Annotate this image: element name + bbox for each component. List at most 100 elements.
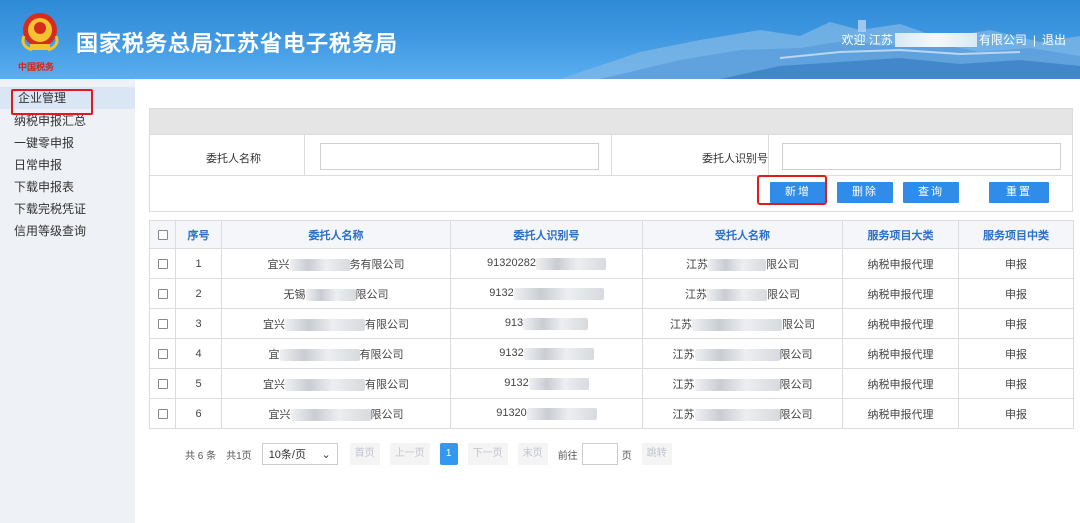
service-subcategory-cell: 申报 xyxy=(958,308,1074,339)
table-row[interactable]: 1 宜兴 务有限公司 91320282 江苏 限公司 纳税申报代理 申报 xyxy=(149,248,1074,279)
goto-page-input[interactable] xyxy=(581,443,618,465)
goto-suffix: 页 xyxy=(621,450,632,462)
table-row[interactable]: 3 宜兴 有限公司 913 江苏 限公司 纳税申报代理 申报 xyxy=(149,308,1074,339)
redacted-text xyxy=(523,317,589,330)
agent-name-suffix: 限公司 xyxy=(779,378,813,391)
row-select-cell[interactable] xyxy=(149,338,176,369)
tax-emblem-icon xyxy=(21,13,59,52)
row-select-cell[interactable] xyxy=(149,398,176,429)
client-id-prefix: 9132 xyxy=(489,287,514,300)
service-subcategory-cell: 申报 xyxy=(958,338,1074,369)
row-index: 6 xyxy=(175,398,222,429)
service-subcategory-cell: 申报 xyxy=(958,278,1074,309)
row-index: 5 xyxy=(175,368,222,399)
redacted-text xyxy=(526,407,597,420)
service-subcategory-cell: 申报 xyxy=(958,398,1074,429)
client-name-cell: 宜 有限公司 xyxy=(221,338,451,369)
column-header: 委托人识别号 xyxy=(450,220,643,249)
search-panel-header xyxy=(150,109,1072,134)
app-root: 中国税务 国家税务总局江苏省电子税务局 欢迎 江苏 有限公司 | 退出 企业管理… xyxy=(0,0,1080,523)
client-id-cell: 91320282 xyxy=(450,248,643,279)
agent-name-cell: 江苏 限公司 xyxy=(642,398,843,429)
client-name-suffix: 限公司 xyxy=(355,288,389,301)
row-checkbox[interactable] xyxy=(157,258,168,269)
sidebar-item-zero-declare[interactable]: 一键零申报 xyxy=(14,134,74,151)
select-all-cell[interactable] xyxy=(149,220,176,249)
agent-name-prefix: 江苏 xyxy=(672,348,695,361)
table-row[interactable]: 6 宜兴 限公司 91320 江苏 限公司 纳税申报代理 申报 xyxy=(149,398,1074,429)
row-select-cell[interactable] xyxy=(149,248,176,279)
user-area: 欢迎 江苏 有限公司 | 退出 xyxy=(841,31,1066,48)
column-header: 服务项目大类 xyxy=(842,220,959,249)
service-category-cell: 纳税申报代理 xyxy=(842,278,959,309)
client-name-cell: 宜兴 有限公司 xyxy=(221,308,451,339)
next-page-button[interactable]: 下一页 xyxy=(467,443,508,465)
client-id-prefix: 913 xyxy=(504,317,524,330)
agent-name-cell: 江苏 限公司 xyxy=(642,248,843,279)
agent-name-suffix: 限公司 xyxy=(779,408,813,421)
sidebar: 企业管理 纳税申报汇总 一键零申报 日常申报 下载申报表 下载完税凭证 信用等级… xyxy=(0,79,135,523)
header-separator: | xyxy=(1032,32,1036,47)
row-index: 2 xyxy=(175,278,222,309)
redacted-text xyxy=(535,257,606,270)
page-size-select[interactable]: 10条/页 ⌄ xyxy=(261,443,338,465)
client-name-input[interactable] xyxy=(320,143,599,170)
agent-name-prefix: 江苏 xyxy=(672,378,695,391)
table-row[interactable]: 2 无锡 限公司 9132 江苏 限公司 纳税申报代理 申报 xyxy=(149,278,1074,309)
site-title: 国家税务总局江苏省电子税务局 xyxy=(76,32,399,57)
row-checkbox[interactable] xyxy=(157,408,168,419)
table-row[interactable]: 5 宜兴 有限公司 9132 江苏 限公司 纳税申报代理 申报 xyxy=(149,368,1074,399)
total-pages: 共1页 xyxy=(226,450,252,462)
row-checkbox[interactable] xyxy=(157,318,168,329)
row-select-cell[interactable] xyxy=(149,308,176,339)
page-size-value: 10条/页 xyxy=(268,449,306,461)
redacted-text xyxy=(289,258,350,271)
sidebar-item-daily-declare[interactable]: 日常申报 xyxy=(14,156,62,173)
redacted-text xyxy=(285,378,365,391)
sidebar-item-tax-summary[interactable]: 纳税申报汇总 xyxy=(14,112,86,129)
select-all-checkbox[interactable] xyxy=(157,229,168,240)
row-checkbox[interactable] xyxy=(157,348,168,359)
redacted-text xyxy=(707,288,767,301)
row-select-cell[interactable] xyxy=(149,278,176,309)
client-name-prefix: 宜 xyxy=(268,348,280,361)
client-name-suffix: 有限公司 xyxy=(359,348,404,361)
reset-button[interactable]: 重置 xyxy=(989,182,1049,203)
first-page-button[interactable]: 首页 xyxy=(349,443,380,465)
column-header: 服务项目中类 xyxy=(958,220,1074,249)
row-index: 3 xyxy=(175,308,222,339)
client-name-suffix: 有限公司 xyxy=(365,378,409,391)
sidebar-item-enterprise-management[interactable]: 企业管理 xyxy=(0,87,135,115)
prev-page-button[interactable]: 上一页 xyxy=(389,443,430,465)
row-checkbox[interactable] xyxy=(157,288,168,299)
row-select-cell[interactable] xyxy=(149,368,176,399)
client-name-label: 委托人名称 xyxy=(206,153,261,165)
client-name-cell: 无锡 限公司 xyxy=(221,278,451,309)
delete-button[interactable]: 删除 xyxy=(837,182,893,203)
sidebar-item-credit-query[interactable]: 信用等级查询 xyxy=(14,222,86,239)
redacted-text xyxy=(305,288,356,301)
client-name-suffix: 务有限公司 xyxy=(349,258,405,271)
logout-link[interactable]: 退出 xyxy=(1042,31,1066,48)
client-name-suffix: 限公司 xyxy=(370,408,404,421)
welcome-prefix: 欢迎 江苏 xyxy=(841,33,893,47)
pagination: 共 6 条 共1页 10条/页 ⌄ 首页 上一页 1 下一页 末页 前往 页 跳… xyxy=(185,443,682,465)
agent-name-suffix: 限公司 xyxy=(779,348,813,361)
table-row[interactable]: 4 宜 有限公司 9132 江苏 限公司 纳税申报代理 申报 xyxy=(149,338,1074,369)
delegation-table: 序号 委托人名称 委托人识别号 受托人名称 服务项目大类 服务项目中类 1 宜兴 务… xyxy=(149,220,1074,429)
service-category-cell: 纳税申报代理 xyxy=(842,338,959,369)
client-id-prefix: 9132 xyxy=(504,377,529,390)
jump-button[interactable]: 跳转 xyxy=(641,443,672,465)
row-checkbox[interactable] xyxy=(157,378,168,389)
sidebar-item-download-certificate[interactable]: 下载完税凭证 xyxy=(14,200,86,217)
client-id-prefix: 9132 xyxy=(499,347,524,360)
agent-name-suffix: 限公司 xyxy=(766,258,799,271)
divider xyxy=(304,135,305,175)
sidebar-item-download-report[interactable]: 下载申报表 xyxy=(14,178,74,195)
client-id-input[interactable] xyxy=(782,143,1061,170)
query-button[interactable]: 查询 xyxy=(903,182,959,203)
last-page-button[interactable]: 末页 xyxy=(517,443,548,465)
current-page-button[interactable]: 1 xyxy=(439,443,458,465)
client-name-prefix: 无锡 xyxy=(283,288,306,301)
redacted-text xyxy=(528,377,589,390)
